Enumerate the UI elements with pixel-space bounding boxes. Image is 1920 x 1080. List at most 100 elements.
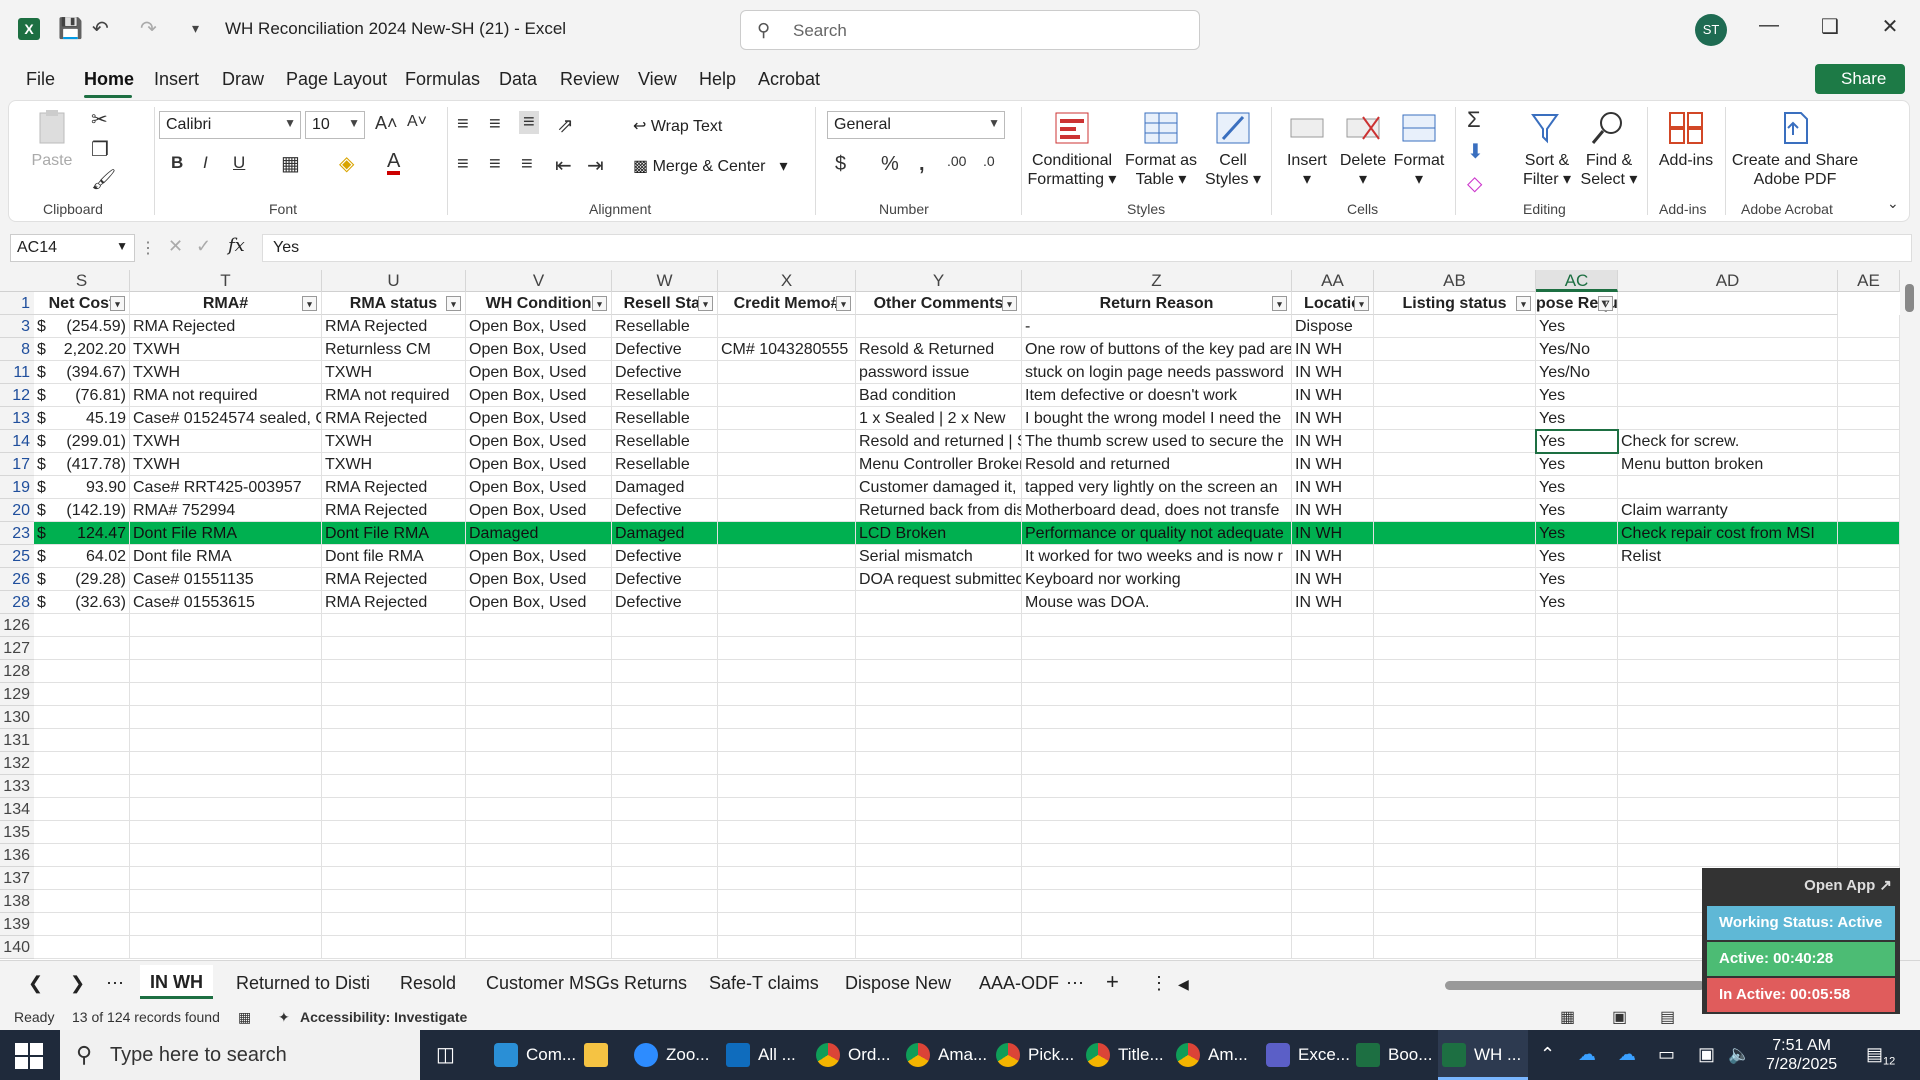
table-cell[interactable]: Yes/No xyxy=(1536,338,1618,361)
table-cell[interactable] xyxy=(34,775,130,798)
table-cell[interactable] xyxy=(718,798,856,821)
table-cell[interactable] xyxy=(1022,637,1292,660)
table-cell[interactable] xyxy=(1374,890,1536,913)
table-cell[interactable]: TXWH xyxy=(130,430,322,453)
table-cell[interactable]: IN WH xyxy=(1292,476,1374,499)
sheet-tab-resold[interactable]: Resold xyxy=(400,973,456,994)
table-cell[interactable] xyxy=(1022,798,1292,821)
table-cell[interactable]: Yes xyxy=(1536,591,1618,614)
table-cell[interactable] xyxy=(1374,660,1536,683)
table-cell[interactable] xyxy=(718,453,856,476)
table-cell[interactable] xyxy=(130,821,322,844)
table-cell[interactable] xyxy=(322,683,466,706)
row-header[interactable]: 136 xyxy=(0,844,34,867)
table-cell[interactable] xyxy=(466,775,612,798)
table-cell[interactable]: $ (32.63) xyxy=(34,591,130,614)
row-header[interactable]: 132 xyxy=(0,752,34,775)
table-cell[interactable]: Yes/No xyxy=(1536,361,1618,384)
formula-input[interactable]: Yes xyxy=(262,234,1912,262)
page-break-view-icon[interactable]: ▤ xyxy=(1660,1007,1675,1027)
table-cell[interactable] xyxy=(718,384,856,407)
table-cell[interactable] xyxy=(856,936,1022,959)
table-cell[interactable]: Customer damaged it, r xyxy=(856,476,1022,499)
table-cell[interactable]: Defective xyxy=(612,568,718,591)
align-top-icon[interactable]: ≡ xyxy=(457,113,469,136)
decrease-font-icon[interactable]: A˅ xyxy=(407,113,427,131)
table-cell[interactable] xyxy=(1838,568,1900,591)
table-cell[interactable] xyxy=(466,936,612,959)
page-layout-view-icon[interactable]: ▣ xyxy=(1612,1007,1627,1027)
table-cell[interactable]: Dont file RMA xyxy=(130,545,322,568)
table-cell[interactable] xyxy=(1022,660,1292,683)
table-cell[interactable] xyxy=(1374,821,1536,844)
table-cell[interactable] xyxy=(856,683,1022,706)
table-cell[interactable] xyxy=(1618,637,1838,660)
table-cell[interactable]: Resold and returned | S xyxy=(856,430,1022,453)
table-cell[interactable] xyxy=(856,729,1022,752)
table-cell[interactable] xyxy=(718,522,856,545)
filter-dropdown-icon[interactable]: ▾ xyxy=(446,296,461,311)
table-cell[interactable] xyxy=(612,637,718,660)
table-cell[interactable] xyxy=(1536,637,1618,660)
table-cell[interactable] xyxy=(1292,729,1374,752)
table-cell[interactable] xyxy=(1838,591,1900,614)
table-cell[interactable] xyxy=(1536,706,1618,729)
table-cell[interactable]: Open Box, Used xyxy=(466,384,612,407)
status-accessibility[interactable]: Accessibility: Investigate xyxy=(300,1009,467,1025)
row-header[interactable]: 14 xyxy=(0,430,34,453)
table-cell[interactable] xyxy=(1292,752,1374,775)
table-cell[interactable] xyxy=(466,798,612,821)
table-cell[interactable] xyxy=(718,614,856,637)
table-cell[interactable] xyxy=(718,706,856,729)
table-cell[interactable]: Item defective or doesn't work xyxy=(1022,384,1292,407)
table-cell[interactable]: One row of buttons of the key pad are xyxy=(1022,338,1292,361)
row-header[interactable]: 11 xyxy=(0,361,34,384)
table-cell[interactable] xyxy=(34,890,130,913)
table-cell[interactable]: Defective xyxy=(612,545,718,568)
bold-icon[interactable]: B xyxy=(171,153,183,173)
table-header-cell[interactable]: RMA status ▾ xyxy=(322,292,466,315)
row-header[interactable]: 19 xyxy=(0,476,34,499)
table-header-cell[interactable]: Net Cost ▾ xyxy=(34,292,130,315)
table-cell[interactable] xyxy=(322,936,466,959)
table-header-cell[interactable]: Credit Memo# ▾ xyxy=(718,292,856,315)
clock[interactable]: 7:51 AM 7/28/2025 xyxy=(1766,1036,1837,1074)
tab-help[interactable]: Help xyxy=(699,69,736,90)
table-cell[interactable] xyxy=(718,591,856,614)
avatar[interactable]: ST xyxy=(1695,14,1727,46)
table-cell[interactable] xyxy=(1838,545,1900,568)
table-cell[interactable] xyxy=(322,752,466,775)
table-cell[interactable] xyxy=(718,683,856,706)
table-cell[interactable] xyxy=(1838,338,1900,361)
table-cell[interactable] xyxy=(130,660,322,683)
table-cell[interactable]: $2,202.20 xyxy=(34,338,130,361)
table-cell[interactable] xyxy=(466,614,612,637)
table-cell[interactable] xyxy=(1292,683,1374,706)
row-header[interactable]: 131 xyxy=(0,729,34,752)
table-cell[interactable]: IN WH xyxy=(1292,407,1374,430)
table-cell[interactable]: The thumb screw used to secure the xyxy=(1022,430,1292,453)
table-cell[interactable]: RMA Rejected xyxy=(322,568,466,591)
conditional-formatting-button[interactable]: Conditional Formatting ▾ xyxy=(1027,109,1117,189)
table-cell[interactable] xyxy=(718,913,856,936)
table-cell[interactable]: Yes xyxy=(1536,384,1618,407)
table-cell[interactable] xyxy=(1374,775,1536,798)
next-sheet-icon[interactable]: ❯ xyxy=(70,973,85,994)
table-cell[interactable] xyxy=(1374,798,1536,821)
sheet-tab-dispose-new[interactable]: Dispose New xyxy=(845,973,951,994)
table-cell[interactable] xyxy=(1374,499,1536,522)
table-cell[interactable] xyxy=(612,729,718,752)
table-cell[interactable] xyxy=(1618,798,1838,821)
table-cell[interactable] xyxy=(1838,453,1900,476)
table-cell[interactable] xyxy=(1618,706,1838,729)
vertical-scrollbar[interactable] xyxy=(1900,270,1920,960)
create-share-pdf-button[interactable]: Create and Share Adobe PDF xyxy=(1731,109,1859,189)
table-cell[interactable]: IN WH xyxy=(1292,361,1374,384)
table-cell[interactable] xyxy=(1618,660,1838,683)
row-header[interactable]: 138 xyxy=(0,890,34,913)
table-cell[interactable] xyxy=(1838,499,1900,522)
table-cell[interactable] xyxy=(1618,752,1838,775)
percent-icon[interactable]: % xyxy=(881,153,899,176)
table-cell[interactable]: $64.02 xyxy=(34,545,130,568)
filter-dropdown-icon[interactable]: ▾ xyxy=(110,296,125,311)
